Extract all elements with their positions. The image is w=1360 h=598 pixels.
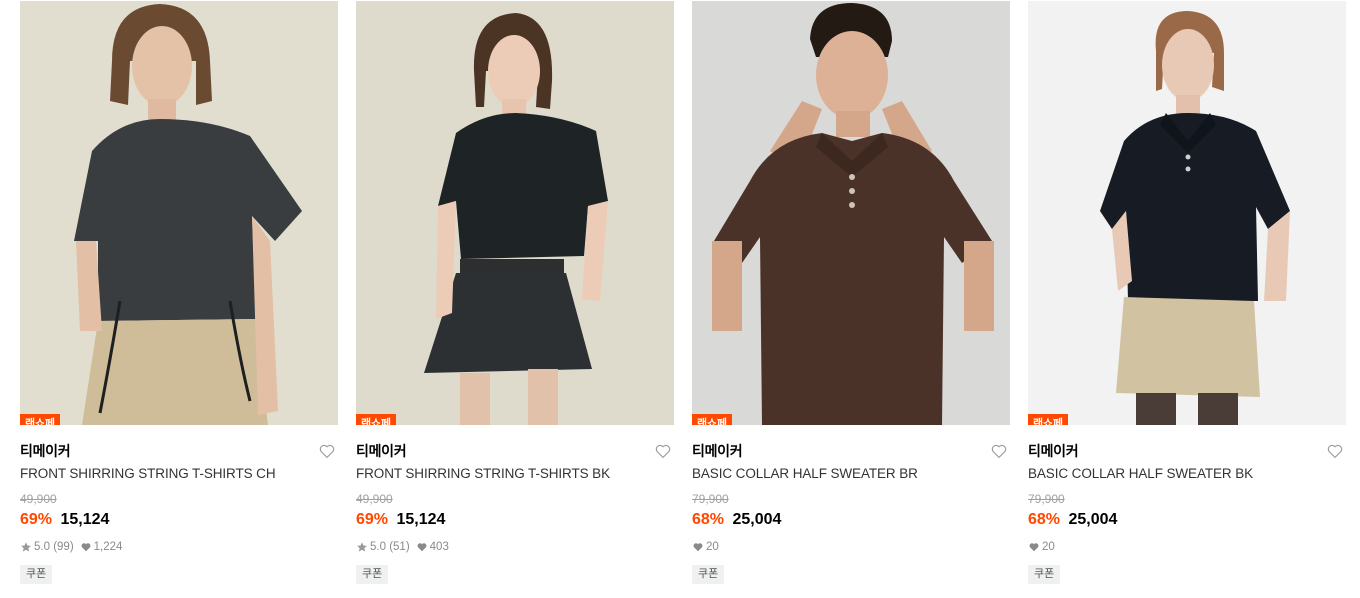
- discount-rate: 69%: [20, 511, 53, 528]
- star-icon: [357, 542, 367, 552]
- product-photo: [356, 1, 674, 425]
- heart-outline-icon[interactable]: [990, 442, 1008, 460]
- like-count: 20: [692, 540, 719, 554]
- original-price: 79,900: [692, 492, 729, 506]
- promo-badge: 랜쇼페: [356, 414, 396, 425]
- brand-name[interactable]: 티메이커: [20, 440, 338, 462]
- price-row: 68% 25,004: [692, 510, 1010, 530]
- like-count: 403: [416, 540, 449, 554]
- rating: 5.0 (51): [356, 540, 410, 554]
- product-grid: 랜쇼페 티메이커 FRONT SHIRRING STRING T-SHIRTS …: [0, 0, 1360, 598]
- promo-badge: 랜쇼페: [20, 414, 60, 425]
- heart-outline-icon[interactable]: [1326, 442, 1344, 460]
- like-count-value: 1,224: [93, 541, 123, 553]
- brand-row: 티메이커: [692, 440, 1010, 462]
- product-meta: 5.0 (99) 1,224: [20, 540, 338, 554]
- like-count: 1,224: [80, 540, 123, 554]
- product-card[interactable]: 랜쇼페 티메이커 FRONT SHIRRING STRING T-SHIRTS …: [356, 1, 674, 584]
- sale-price: 15,124: [396, 511, 446, 528]
- product-name[interactable]: BASIC COLLAR HALF SWEATER BR: [692, 465, 1010, 483]
- brand-name[interactable]: 티메이커: [692, 440, 1010, 462]
- product-meta: 5.0 (51) 403: [356, 540, 674, 554]
- rating-value: 5.0: [34, 541, 50, 553]
- heart-icon: [693, 543, 703, 552]
- product-name[interactable]: FRONT SHIRRING STRING T-SHIRTS BK: [356, 465, 674, 483]
- heart-icon: [1029, 543, 1039, 552]
- like-count: 20: [1028, 540, 1055, 554]
- original-price: 49,900: [356, 492, 393, 506]
- heart-icon: [417, 543, 427, 552]
- coupon-tag[interactable]: 쿠폰: [20, 565, 53, 584]
- product-card[interactable]: 랜쇼페 티메이커 FRONT SHIRRING STRING T-SHIRTS …: [20, 1, 338, 584]
- rating: 5.0 (99): [20, 540, 74, 554]
- product-meta: 20: [692, 540, 1010, 554]
- brand-row: 티메이커: [20, 440, 338, 462]
- brand-row: 티메이커: [1028, 440, 1346, 462]
- sale-price: 25,004: [1068, 511, 1118, 528]
- product-name[interactable]: FRONT SHIRRING STRING T-SHIRTS CH: [20, 465, 338, 483]
- promo-badge: 랜쇼페: [692, 414, 732, 425]
- product-card[interactable]: 랜쇼페 티메이커 BASIC COLLAR HALF SWEATER BK 79…: [1028, 1, 1346, 584]
- heart-icon: [81, 543, 91, 552]
- product-name[interactable]: BASIC COLLAR HALF SWEATER BK: [1028, 465, 1346, 483]
- original-price: 79,900: [1028, 492, 1065, 506]
- review-count: (99): [53, 541, 74, 553]
- product-image[interactable]: 랜쇼페: [20, 1, 338, 425]
- heart-outline-icon[interactable]: [654, 442, 672, 460]
- like-count-value: 20: [706, 541, 719, 553]
- price-row: 69% 15,124: [356, 510, 674, 530]
- sale-price: 15,124: [60, 511, 110, 528]
- like-count-value: 403: [429, 541, 449, 553]
- brand-name[interactable]: 티메이커: [356, 440, 674, 462]
- star-icon: [21, 542, 31, 552]
- product-image[interactable]: 랜쇼페: [1028, 1, 1346, 425]
- product-photo: [692, 1, 1010, 425]
- discount-rate: 68%: [1028, 511, 1061, 528]
- coupon-tag[interactable]: 쿠폰: [356, 565, 389, 584]
- product-meta: 20: [1028, 540, 1346, 554]
- brand-name[interactable]: 티메이커: [1028, 440, 1346, 462]
- price-row: 68% 25,004: [1028, 510, 1346, 530]
- discount-rate: 68%: [692, 511, 725, 528]
- brand-row: 티메이커: [356, 440, 674, 462]
- sale-price: 25,004: [732, 511, 782, 528]
- product-card[interactable]: 랜쇼페 티메이커 BASIC COLLAR HALF SWEATER BR 79…: [692, 1, 1010, 584]
- review-count: (51): [389, 541, 410, 553]
- like-count-value: 20: [1042, 541, 1055, 553]
- product-photo: [20, 1, 338, 425]
- product-image[interactable]: 랜쇼페: [356, 1, 674, 425]
- coupon-tag[interactable]: 쿠폰: [692, 565, 725, 584]
- product-photo: [1028, 1, 1346, 425]
- discount-rate: 69%: [356, 511, 389, 528]
- heart-outline-icon[interactable]: [318, 442, 336, 460]
- product-image[interactable]: 랜쇼페: [692, 1, 1010, 425]
- rating-value: 5.0: [370, 541, 386, 553]
- coupon-tag[interactable]: 쿠폰: [1028, 565, 1061, 584]
- promo-badge: 랜쇼페: [1028, 414, 1068, 425]
- price-row: 69% 15,124: [20, 510, 338, 530]
- original-price: 49,900: [20, 492, 57, 506]
